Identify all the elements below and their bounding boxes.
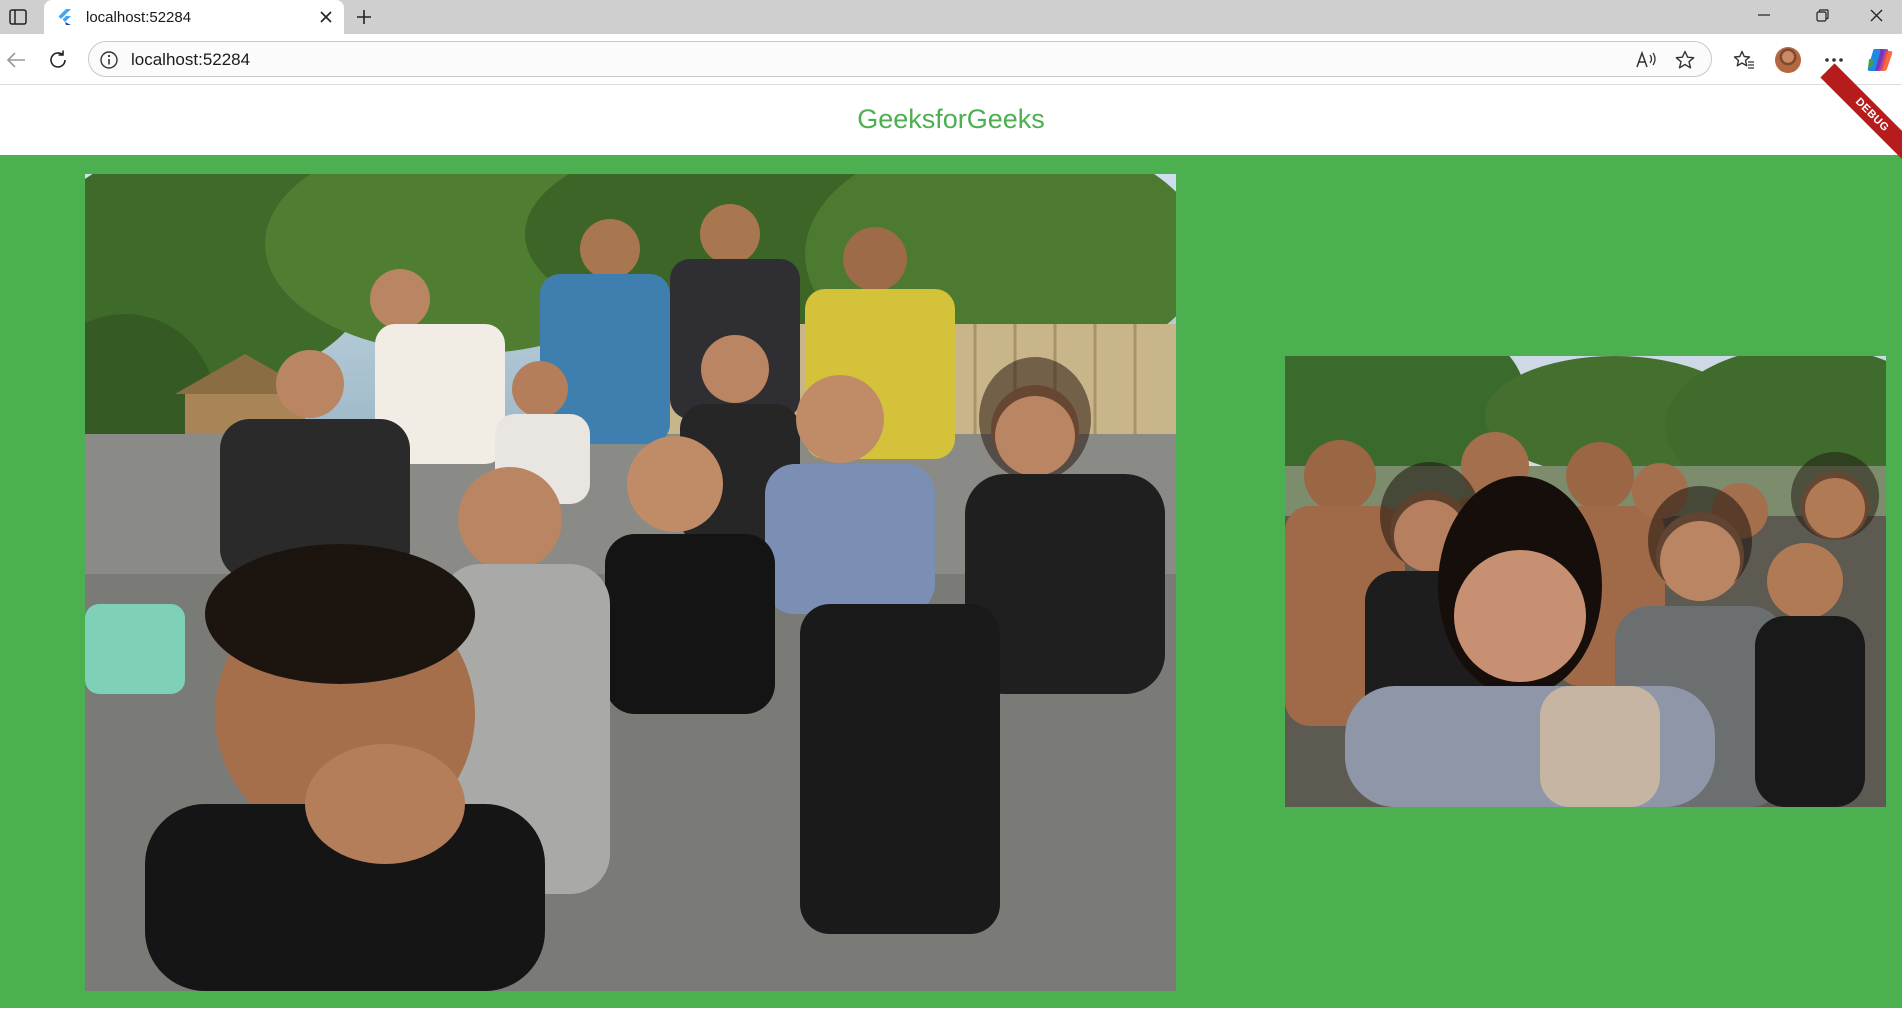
window-close-button[interactable] bbox=[1850, 0, 1902, 30]
restore-button[interactable] bbox=[1796, 0, 1848, 30]
url-text[interactable]: localhost:52284 bbox=[131, 50, 250, 70]
back-icon bbox=[6, 52, 25, 68]
app-body bbox=[0, 155, 1902, 1008]
profile-button[interactable] bbox=[1772, 44, 1804, 76]
refresh-icon bbox=[50, 50, 66, 68]
info-icon[interactable] bbox=[99, 50, 119, 70]
favorites-button[interactable] bbox=[1728, 44, 1760, 76]
favorite-button[interactable] bbox=[1673, 48, 1697, 72]
minimize-icon bbox=[1758, 14, 1770, 16]
address-toolbar: localhost:52284 bbox=[0, 34, 1902, 85]
refresh-button[interactable] bbox=[42, 44, 74, 76]
sidebar-toggle-button[interactable] bbox=[4, 4, 32, 30]
address-bar[interactable]: localhost:52284 bbox=[88, 41, 1712, 77]
sidebar-icon bbox=[9, 9, 27, 25]
star-icon bbox=[1675, 50, 1695, 69]
tab-close-button[interactable] bbox=[316, 7, 336, 27]
restore-icon bbox=[1815, 8, 1829, 22]
avatar bbox=[1775, 47, 1801, 73]
group-photo-large bbox=[85, 174, 1176, 991]
copilot-button[interactable] bbox=[1864, 44, 1896, 76]
back-button[interactable] bbox=[0, 44, 32, 76]
app-title: GeeksforGeeks bbox=[857, 104, 1045, 134]
read-aloud-button[interactable] bbox=[1635, 48, 1659, 72]
app-bar: GeeksforGeeks bbox=[0, 85, 1902, 155]
tab-strip: localhost:52284 bbox=[0, 0, 1902, 34]
favorites-icon bbox=[1733, 50, 1754, 69]
close-icon bbox=[320, 11, 332, 23]
copilot-icon bbox=[1867, 49, 1893, 71]
flutter-icon bbox=[58, 9, 71, 25]
new-tab-button[interactable] bbox=[350, 3, 378, 31]
close-icon bbox=[1870, 9, 1882, 21]
group-photo-small bbox=[1285, 356, 1886, 807]
tab-title: localhost:52284 bbox=[86, 9, 192, 26]
read-aloud-icon bbox=[1636, 51, 1656, 68]
browser-tab[interactable]: localhost:52284 bbox=[44, 0, 344, 34]
plus-icon bbox=[357, 10, 371, 24]
minimize-button[interactable] bbox=[1738, 0, 1790, 30]
